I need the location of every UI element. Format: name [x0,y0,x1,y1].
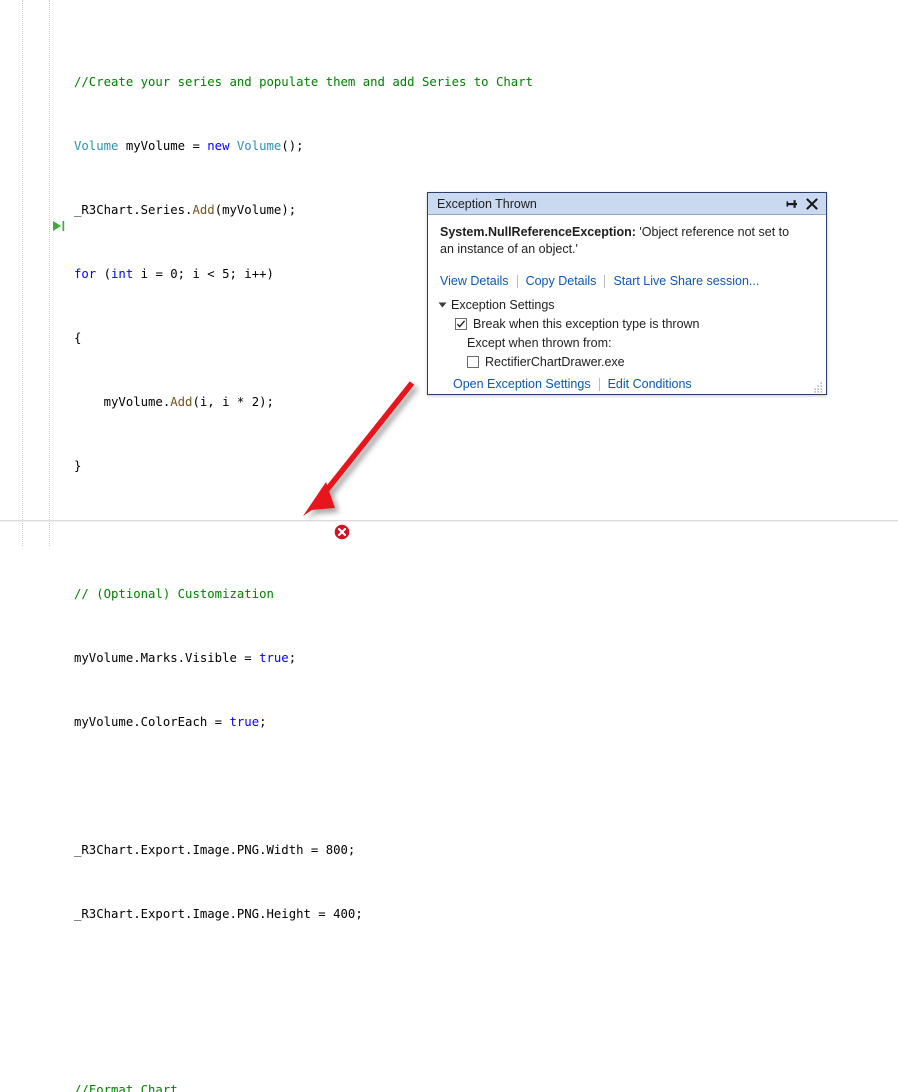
code-line[interactable]: } [74,458,898,474]
except-when-thrown-row: Except when thrown from: [467,336,814,350]
exception-type: System.NullReferenceException: [440,225,636,239]
exception-settings-header[interactable]: Exception Settings [438,298,814,312]
code-line[interactable]: myVolume.Marks.Visible = true; [74,650,898,666]
token-method: Add [192,203,215,217]
code-line[interactable]: //Format Chart [74,1082,898,1092]
module-checkbox[interactable] [467,356,479,368]
code-line[interactable]: myVolume.Add(i, i * 2); [74,394,898,410]
resize-grip-icon[interactable] [812,380,823,393]
token-keyword: true [229,715,260,729]
token-keyword: true [259,651,289,665]
break-when-thrown-row[interactable]: Break when this exception type is thrown [455,317,814,331]
code-line[interactable]: _R3Chart.Export.Image.PNG.Width = 800; [74,842,898,858]
dialog-action-links: View Details Copy Details Start Live Sha… [440,274,814,288]
close-icon[interactable] [802,194,822,214]
open-exception-settings-link[interactable]: Open Exception Settings [453,377,591,391]
pin-icon[interactable] [782,194,802,214]
token-plain: { [74,331,82,345]
token-plain: ; [288,651,297,665]
link-separator [604,274,606,288]
exception-thrown-dialog[interactable]: Exception Thrown System.NullReferenceExc… [427,192,827,395]
start-live-share-link[interactable]: Start Live Share session... [613,274,759,288]
dialog-title: Exception Thrown [437,196,537,211]
token-plain: (myVolume); [214,203,297,217]
code-line[interactable]: _R3Chart.Export.Image.PNG.Height = 400; [74,906,898,922]
exception-settings-section: Exception Settings Break when this excep… [438,298,814,369]
code-line[interactable]: // (Optional) Customization [74,586,898,602]
token-plain: myVolume. [74,395,171,409]
module-row[interactable]: RectifierChartDrawer.exe [467,355,814,369]
module-label: RectifierChartDrawer.exe [485,355,625,369]
link-separator [598,377,600,391]
copy-details-link[interactable]: Copy Details [526,274,597,288]
region-guide-inner [49,0,50,546]
token-plain: _R3Chart.Series. [74,203,193,217]
token-plain: i = 0; i < 5; i++) [133,267,274,281]
code-comment: // (Optional) Customization [74,587,274,601]
chevron-down-icon[interactable] [438,302,447,308]
token-method: Add [170,395,193,409]
token-type: Volume [236,139,282,153]
token-plain: ; [259,715,267,729]
token-type: Volume [74,139,119,153]
token-plain: _R3Chart.Export.Image.PNG.Height = 400; [74,907,363,921]
token-plain: ( [96,267,112,281]
code-line[interactable]: Volume myVolume = new Volume(); [74,138,898,154]
token-plain: } [74,459,82,473]
editor-bottom-separator-shadow [0,521,898,522]
code-comment: //Format Chart [74,1083,178,1092]
token-plain: myVolume = [118,139,208,153]
token-plain: _R3Chart.Export.Image.PNG.Width = 800; [74,843,356,857]
exception-settings-label: Exception Settings [451,298,555,312]
code-line[interactable]: myVolume.ColorEach = true; [74,714,898,730]
edit-conditions-link[interactable]: Edit Conditions [608,377,692,391]
exception-message: System.NullReferenceException: 'Object r… [440,224,792,258]
token-plain: myVolume.Marks.Visible = [74,651,260,665]
view-details-link[interactable]: View Details [440,274,509,288]
break-when-thrown-label: Break when this exception type is thrown [473,317,700,331]
token-keyword: new [207,139,230,153]
code-line[interactable]: //Create your series and populate them a… [74,74,898,90]
token-plain: (); [281,139,304,153]
code-comment: //Create your series and populate them a… [74,75,534,89]
except-when-thrown-label: Except when thrown from: [467,336,612,350]
dialog-bottom-links: Open Exception Settings Edit Conditions [453,377,814,391]
code-text[interactable]: //Create your series and populate them a… [74,26,898,1092]
region-guide-outer [22,0,23,546]
step-into-arrow-icon[interactable] [52,219,68,233]
link-separator [516,274,518,288]
token-plain: myVolume.ColorEach = [74,715,230,729]
token-plain: (i, i * 2); [192,395,274,409]
dialog-body: System.NullReferenceException: 'Object r… [428,215,826,391]
dialog-titlebar[interactable]: Exception Thrown [428,193,826,215]
break-when-thrown-checkbox[interactable] [455,318,467,330]
token-keyword: for [74,267,97,281]
token-keyword: int [111,267,134,281]
error-circle-icon[interactable] [334,524,350,540]
